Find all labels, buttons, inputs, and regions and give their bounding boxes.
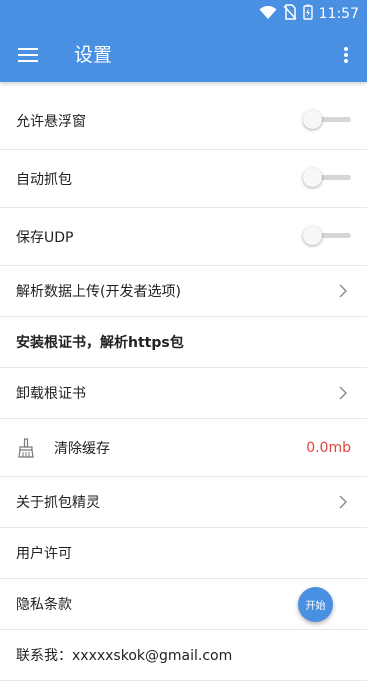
broom-icon <box>18 437 34 458</box>
battery-icon <box>302 4 313 24</box>
menu-button[interactable] <box>10 37 46 73</box>
setting-label: 保存UDP <box>16 229 74 246</box>
setting-save-udp[interactable]: 保存UDP <box>0 208 367 266</box>
setting-upload-data[interactable]: 解析数据上传(开发者选项) <box>0 266 367 317</box>
more-options-button[interactable] <box>333 37 359 73</box>
status-icons: 11:57 <box>259 4 359 24</box>
save-udp-switch[interactable] <box>303 225 351 248</box>
setting-uninstall-cert[interactable]: 卸载根证书 <box>0 368 367 419</box>
more-vert-icon <box>344 47 348 63</box>
chevron-right-icon <box>339 284 347 298</box>
start-button[interactable]: 开始 <box>298 587 333 622</box>
auto-capture-switch[interactable] <box>303 167 351 190</box>
setting-install-cert[interactable]: 安装根证书，解析https包 <box>0 317 367 368</box>
setting-label: 允许悬浮窗 <box>16 113 86 130</box>
page-title: 设置 <box>74 44 113 66</box>
setting-label: 关于抓包精灵 <box>16 495 100 511</box>
cache-size-value: 0.0mb <box>306 439 351 456</box>
setting-float-window[interactable]: 允许悬浮窗 <box>0 92 367 150</box>
setting-label: 卸载根证书 <box>16 386 86 402</box>
setting-auto-capture[interactable]: 自动抓包 <box>0 150 367 208</box>
setting-about[interactable]: 关于抓包精灵 <box>0 477 367 528</box>
setting-label: 安装根证书，解析https包 <box>16 335 184 351</box>
hamburger-icon <box>18 48 38 62</box>
setting-label: 解析数据上传(开发者选项) <box>16 284 181 300</box>
float-window-switch[interactable] <box>303 109 351 132</box>
chevron-right-icon <box>339 386 347 400</box>
app-bar: 设置 <box>0 28 367 82</box>
wifi-icon <box>259 5 277 24</box>
setting-label: 用户许可 <box>16 546 72 562</box>
no-sim-icon <box>283 4 297 24</box>
status-time: 11:57 <box>318 6 359 22</box>
setting-clear-cache[interactable]: 清除缓存 0.0mb <box>0 419 367 477</box>
chevron-right-icon <box>339 495 347 509</box>
setting-contact[interactable]: 联系我：xxxxxskok@gmail.com <box>0 630 367 681</box>
status-bar: 11:57 <box>0 0 367 28</box>
setting-label: 清除缓存 <box>54 440 110 457</box>
setting-user-license[interactable]: 用户许可 <box>0 528 367 579</box>
setting-label: 自动抓包 <box>16 171 72 188</box>
setting-label: 联系我：xxxxxskok@gmail.com <box>16 648 233 664</box>
